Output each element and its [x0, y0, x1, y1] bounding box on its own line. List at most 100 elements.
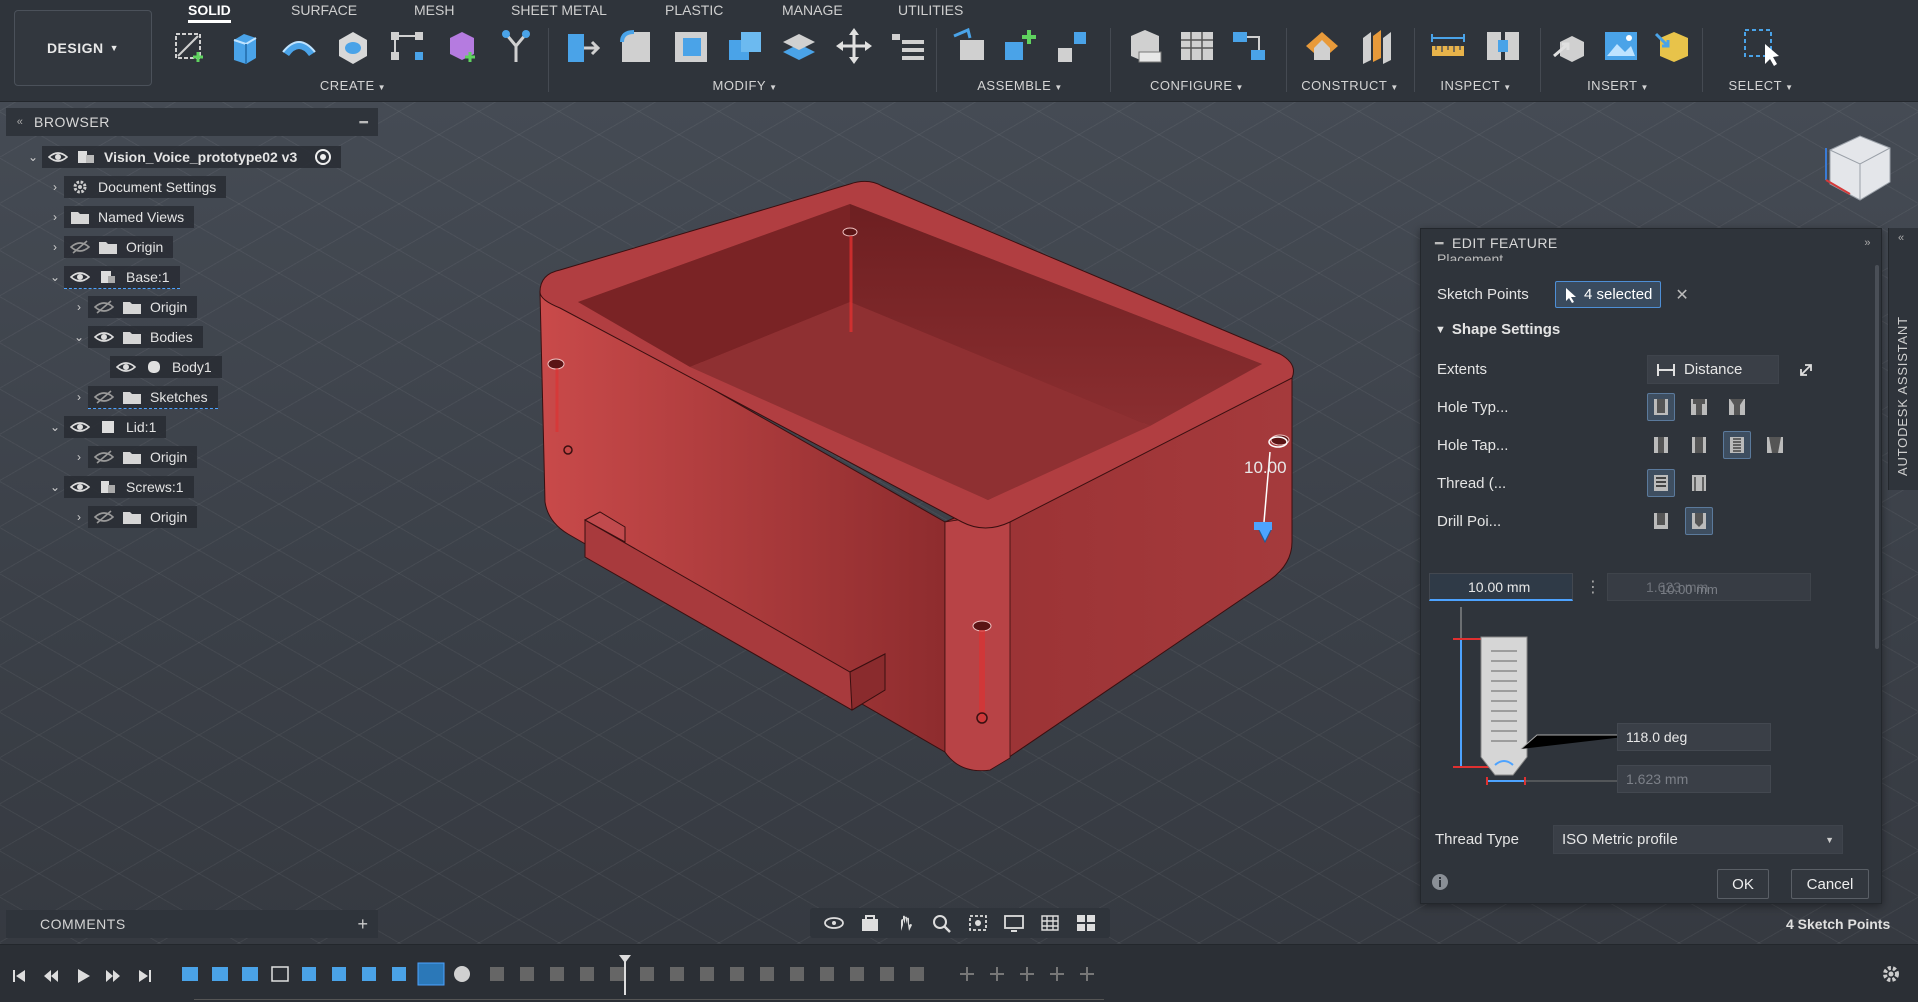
joint-button[interactable]	[950, 24, 990, 68]
angled-drill-point-icon[interactable]	[1685, 507, 1713, 535]
chevron-down-icon[interactable]: ⌄	[24, 150, 42, 164]
assemble-label[interactable]: ASSEMBLE	[977, 78, 1051, 93]
add-comment-icon[interactable]: +	[348, 914, 378, 935]
construct-label[interactable]: CONSTRUCT	[1301, 78, 1387, 93]
minimize-icon[interactable]: ━	[350, 114, 378, 131]
look-at-icon[interactable]	[856, 912, 884, 934]
info-icon[interactable]	[1431, 873, 1449, 891]
chevron-right-icon[interactable]: ›	[70, 450, 88, 464]
simple-tap-icon[interactable]	[1647, 431, 1675, 459]
configuration-table-button[interactable]	[1176, 24, 1217, 68]
select-button[interactable]	[1739, 24, 1783, 68]
press-pull-button[interactable]	[560, 24, 603, 68]
configure-button[interactable]	[1124, 24, 1165, 68]
offset-face-button[interactable]	[778, 24, 821, 68]
panel-scrollbar[interactable]	[1875, 265, 1879, 649]
step-back-icon[interactable]	[40, 965, 62, 987]
tab-manage[interactable]: MANAGE	[782, 0, 843, 20]
clearance-tap-icon[interactable]	[1685, 431, 1713, 459]
go-to-start-icon[interactable]	[8, 965, 30, 987]
chevron-down-icon[interactable]: ⌄	[46, 480, 64, 494]
chevron-right-icon[interactable]: ›	[70, 510, 88, 524]
dimension-label[interactable]: 10.00	[1244, 458, 1287, 478]
flat-drill-point-icon[interactable]	[1647, 507, 1675, 535]
zoom-icon[interactable]	[928, 912, 956, 934]
chevron-down-icon[interactable]: ⌄	[70, 330, 88, 344]
tapped-icon[interactable]	[1723, 431, 1751, 459]
extents-dropdown[interactable]: Distance	[1647, 355, 1779, 384]
play-icon[interactable]	[72, 965, 94, 987]
pan-icon[interactable]	[892, 912, 920, 934]
workspace-switcher[interactable]: DESIGN ▼	[14, 10, 152, 86]
thread-type-dropdown[interactable]: ISO Metric profile ▼	[1553, 825, 1843, 854]
tab-plastic[interactable]: PLASTIC	[665, 0, 723, 20]
collapse-left-icon[interactable]: «	[1898, 232, 1904, 244]
more-options-icon[interactable]: ⋮	[1585, 577, 1601, 597]
tree-row-screws[interactable]: ⌄ Screws:1	[46, 474, 194, 500]
create-label[interactable]: CREATE	[320, 78, 375, 93]
drill-angle-input[interactable]: 118.0 deg	[1617, 723, 1771, 751]
flip-direction-icon[interactable]	[1795, 359, 1817, 381]
chevron-right-icon[interactable]: ›	[46, 240, 64, 254]
inspect-label[interactable]: INSPECT	[1440, 78, 1500, 93]
tree-row-named-views[interactable]: › Named Views	[46, 204, 195, 230]
viewports-icon[interactable]	[1072, 912, 1100, 934]
derive-button[interactable]	[495, 24, 538, 68]
create-form-button[interactable]	[440, 24, 483, 68]
tab-sheet-metal[interactable]: SHEET METAL	[511, 0, 607, 20]
canvas-button[interactable]	[1601, 24, 1641, 68]
chevron-right-icon[interactable]: ›	[46, 180, 64, 194]
orbit-icon[interactable]	[820, 912, 848, 934]
viewcube[interactable]	[1810, 120, 1900, 210]
tree-row-base[interactable]: ⌄ Base:1	[46, 264, 180, 290]
expand-icon[interactable]: »	[1864, 237, 1871, 249]
revolve-button[interactable]	[277, 24, 320, 68]
configure-label[interactable]: CONFIGURE	[1150, 78, 1233, 93]
counterbore-icon[interactable]	[1685, 393, 1713, 421]
chevron-right-icon[interactable]: ›	[46, 210, 64, 224]
pattern-button[interactable]	[386, 24, 429, 68]
go-to-end-icon[interactable]	[134, 965, 156, 987]
display-settings-icon[interactable]	[1000, 912, 1028, 934]
timeline-track[interactable]	[194, 999, 1104, 1000]
chevron-down-icon[interactable]: ⌄	[46, 270, 64, 284]
autodesk-assistant-tab[interactable]: « AUTODESK ASSISTANT	[1888, 228, 1918, 490]
insert-derive-button[interactable]	[1550, 24, 1590, 68]
tree-row-body1[interactable]: Body1	[110, 354, 222, 380]
chevron-right-icon[interactable]: ›	[70, 390, 88, 404]
tab-mesh[interactable]: MESH	[414, 0, 454, 20]
cancel-button[interactable]: Cancel	[1791, 869, 1869, 899]
shape-settings-header[interactable]: ▼ Shape Settings	[1435, 321, 1560, 338]
midplane-button[interactable]	[1355, 24, 1399, 68]
clear-selection-icon[interactable]: ✕	[1675, 285, 1688, 305]
tree-row-sketches[interactable]: › Sketches	[70, 384, 218, 410]
as-built-joint-button[interactable]	[1052, 24, 1092, 68]
tab-surface[interactable]: SURFACE	[291, 0, 357, 20]
timeline-features[interactable]	[180, 955, 1110, 995]
hole-button[interactable]	[331, 24, 374, 68]
modify-label[interactable]: MODIFY	[713, 78, 767, 93]
sketch-points-selector[interactable]: 4 selected	[1555, 281, 1662, 308]
thread-depth-input[interactable]: 1.623 mm 10.00 mm	[1607, 573, 1811, 601]
step-forward-icon[interactable]	[102, 965, 124, 987]
fillet-button[interactable]	[614, 24, 657, 68]
chevron-right-icon[interactable]: ›	[70, 300, 88, 314]
collapse-left-icon[interactable]: «	[6, 116, 34, 128]
change-parameters-button[interactable]	[887, 24, 930, 68]
insert-mesh-button[interactable]	[1652, 24, 1692, 68]
create-sketch-button[interactable]	[168, 24, 211, 68]
tree-row-lid-origin[interactable]: › Origin	[70, 444, 198, 470]
tab-solid[interactable]: SOLID	[188, 0, 231, 23]
insert-label[interactable]: INSERT	[1587, 78, 1637, 93]
ok-button[interactable]: OK	[1717, 869, 1769, 899]
tree-row-origin[interactable]: › Origin	[46, 234, 174, 260]
tab-utilities[interactable]: UTILITIES	[898, 0, 963, 20]
move-button[interactable]	[832, 24, 875, 68]
timeline-settings-gear-icon[interactable]	[1880, 963, 1902, 990]
grid-icon[interactable]	[1036, 912, 1064, 934]
modeled-thread-icon[interactable]	[1647, 469, 1675, 497]
taper-tapped-icon[interactable]	[1761, 431, 1789, 459]
tree-row-screws-origin[interactable]: › Origin	[70, 504, 198, 530]
cosmetic-thread-icon[interactable]	[1685, 469, 1713, 497]
offset-plane-button[interactable]	[1300, 24, 1344, 68]
